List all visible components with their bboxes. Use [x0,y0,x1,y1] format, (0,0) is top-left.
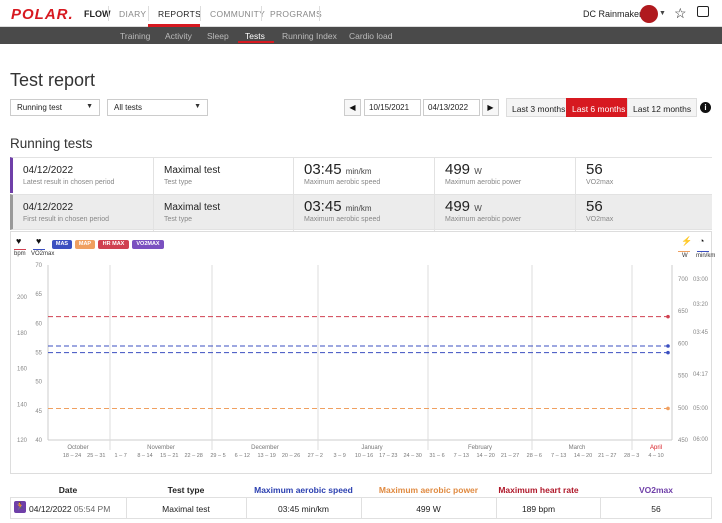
x-week-label: 10 – 16 [355,453,373,459]
x-week-label: 25 – 31 [87,453,105,459]
chart-plot: 200 180 160 140 120 70 65 60 55 50 45 40 700 650 600 55… [17,263,709,459]
col-divider [496,497,497,519]
running-icon: 🏃 [14,501,26,513]
y-tick-watts: 450 [678,438,689,444]
x-week-label: 3 – 9 [334,453,346,459]
y-tick-vo2: 50 [35,380,42,386]
y-tick-bpm: 120 [17,438,28,444]
x-week-label: 28 – 3 [624,453,639,459]
x-week-label: 14 – 20 [574,453,592,459]
row-time-value: 05:54 PM [73,504,111,514]
y-tick-watts: 700 [678,277,689,283]
col-power-header[interactable]: Maximum aerobic power [361,485,496,495]
x-week-label: 7 – 13 [454,453,469,459]
x-week-label: 31 – 6 [429,453,444,459]
x-month-label: December [251,445,279,451]
y-tick-vo2: 45 [35,409,42,415]
y-tick-watts: 550 [678,374,689,380]
x-month-label: October [67,445,88,451]
x-week-label: 28 – 6 [527,453,542,459]
col-date-header[interactable]: Date [10,485,126,495]
y-tick-pace: 03:20 [693,302,709,308]
x-week-label: 24 – 30 [403,453,421,459]
x-month-label: March [569,445,586,451]
row-date[interactable]: 04/12/2022 05:54 PM [29,504,110,514]
x-month-label: November [147,445,175,451]
y-tick-bpm: 160 [17,367,28,373]
y-tick-pace: 03:45 [693,330,709,336]
y-tick-watts: 600 [678,341,689,347]
y-tick-vo2: 60 [35,321,42,327]
vo2max-point [666,350,670,355]
col-type-header[interactable]: Test type [126,485,246,495]
x-week-label: 1 – 7 [115,453,127,459]
hr-max-point [666,314,670,319]
x-week-label: 21 – 27 [598,453,616,459]
y-tick-bpm: 200 [17,295,28,301]
x-week-label: 15 – 21 [160,453,178,459]
y-tick-pace: 03:00 [693,277,709,283]
x-week-label: 13 – 19 [257,453,275,459]
y-tick-vo2: 55 [35,351,42,357]
x-week-label: 22 – 28 [184,453,202,459]
map-point [666,406,670,411]
row-date-value: 04/12/2022 [29,504,72,514]
col-hr-header[interactable]: Maximum heart rate [496,485,581,495]
row-power: 499 W [416,504,441,514]
row-hr: 189 bpm [521,504,556,514]
x-week-label: 6 – 12 [235,453,250,459]
row-vo2: 56 [651,504,661,514]
x-week-label: 18 – 24 [63,453,81,459]
y-tick-vo2: 70 [35,263,42,269]
x-week-label: 29 – 5 [210,453,225,459]
x-week-label: 8 – 14 [137,453,152,459]
x-month-label: February [468,445,492,451]
y-tick-pace: 05:00 [693,406,709,412]
col-divider [361,497,362,519]
y-tick-pace: 04:17 [693,372,709,378]
col-speed-header[interactable]: Maximum aerobic speed [246,485,361,495]
y-tick-watts: 500 [678,406,689,412]
y-tick-bpm: 140 [17,402,28,408]
x-month-label: January [361,445,382,451]
x-week-label: 4 – 10 [648,453,663,459]
col-divider [600,497,601,519]
y-tick-pace: 06:00 [693,437,709,443]
x-week-label: 21 – 27 [501,453,519,459]
x-month-label: April [650,445,662,451]
row-speed: 03:45 min/km [277,504,330,514]
x-week-label: 7 – 13 [551,453,566,459]
col-vo2-header[interactable]: VO2max [600,485,712,495]
x-week-label: 14 – 20 [476,453,494,459]
x-week-label: 17 – 23 [379,453,397,459]
y-tick-watts: 650 [678,309,689,315]
y-tick-bpm: 180 [17,331,28,337]
y-tick-vo2: 40 [35,438,42,444]
y-tick-vo2: 65 [35,292,42,298]
col-divider [246,497,247,519]
mas-point [666,344,670,348]
x-week-label: 27 – 2 [308,453,323,459]
col-divider [126,497,127,519]
row-type: Maximal test [162,504,210,514]
x-week-label: 20 – 26 [282,453,300,459]
